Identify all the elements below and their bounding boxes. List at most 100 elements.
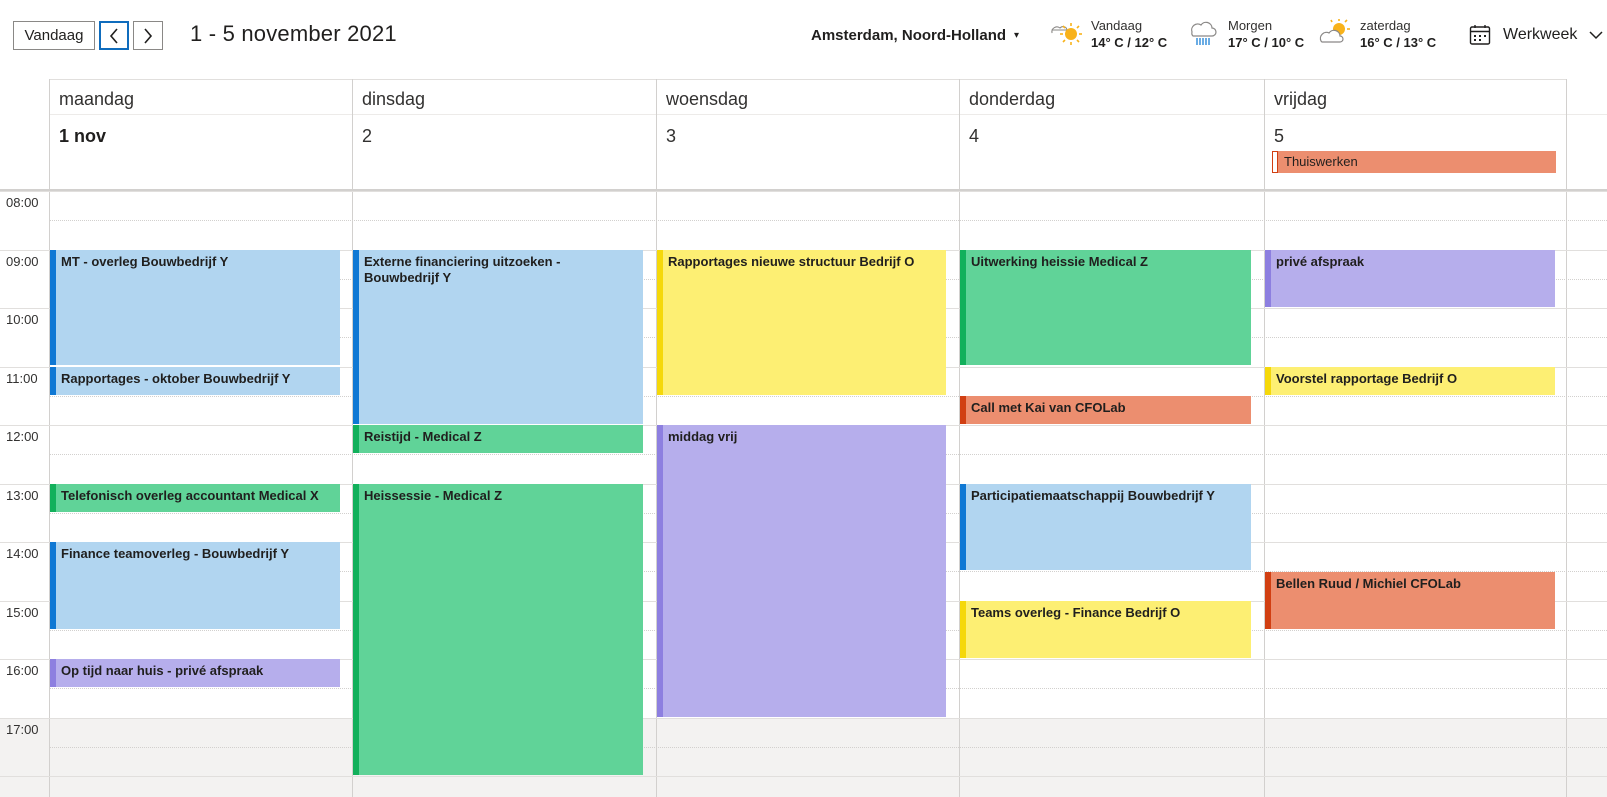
event-title: Teams overleg - Finance Bedrijf O [971,605,1181,620]
time-label: 11:00 [6,371,38,386]
partly-cloudy-icon [1319,19,1350,43]
event-title: middag vrij [668,429,738,444]
hour-line [0,718,1607,719]
calendar-event[interactable]: Reistijd - Medical Z [353,425,643,453]
column-divider [49,79,50,797]
chevron-left-icon [109,27,118,44]
chevron-right-icon [144,27,153,44]
calendar-event[interactable]: Rapportages nieuwe structuur Bedrijf O [657,250,946,395]
view-label: Werkweek [1503,26,1578,43]
calendar-event[interactable]: Participatiemaatschappij Bouwbedrijf Y [960,484,1251,570]
calendar-event[interactable]: Op tijd naar huis - privé afspraak [50,659,340,687]
chevron-down-icon: ▾ [1014,30,1020,41]
calendar-event[interactable]: MT - overleg Bouwbedrijf Y [50,250,340,365]
weather-tomorrow-text: Morgen 17° C / 10° C [1228,17,1304,51]
time-label: 09:00 [6,254,39,269]
half-hour-line [50,396,1607,397]
half-hour-line [50,747,1607,748]
date-range-title[interactable]: 1 - 5 november 2021 [190,21,397,47]
calendar-event[interactable]: Finance teamoverleg - Bouwbedrijf Y [50,542,340,629]
next-week-button[interactable] [133,21,163,50]
time-label: 12:00 [6,429,39,444]
today-button[interactable]: Vandaag [13,21,95,50]
day-header-thursday[interactable]: donderdag 4 [959,79,1264,191]
day-name: woensdag [666,89,749,109]
weather-saturday-text: zaterdag 16° C / 13° C [1360,17,1436,51]
event-title: Reistijd - Medical Z [364,429,482,444]
weather-day-label: Morgen [1228,18,1273,33]
time-label: 14:00 [6,546,39,561]
event-title: Heissessie - Medical Z [364,488,503,503]
calendar-event[interactable]: Heissessie - Medical Z [353,484,643,775]
week-calendar-grid: maandag 1 nov dinsdag 2 woensdag 3 donde… [0,79,1607,797]
event-title: Rapportages nieuwe structuur Bedrijf O [668,254,915,269]
event-title: Op tijd naar huis - privé afspraak [61,663,264,678]
hour-line [0,191,1607,192]
event-title: Call met Kai van CFOLab [971,400,1126,415]
after-hours-shading [0,718,1607,797]
time-label: 08:00 [6,195,39,210]
event-title: Bellen Ruud / Michiel CFOLab [1276,576,1461,591]
calendar-event[interactable]: middag vrij [657,425,946,717]
previous-week-button[interactable] [99,21,129,50]
day-name: vrijdag [1274,89,1328,109]
weather-temperature: 17° C / 10° C [1228,35,1305,50]
calendar-event[interactable]: Teams overleg - Finance Bedrijf O [960,601,1251,658]
view-selector[interactable]: Werkweek [1469,24,1603,46]
weather-today[interactable]: Vandaag 14° C / 12° C [1049,17,1167,51]
day-name: donderdag [969,89,1056,109]
location-selector[interactable]: Amsterdam, Noord-Holland ▾ [811,27,1019,44]
day-number: 2 [362,126,373,146]
calendar-event[interactable]: Telefonisch overleg accountant Medical X [50,484,340,512]
column-divider [959,79,960,797]
event-title: Telefonisch overleg accountant Medical X [61,488,319,503]
time-label: 13:00 [6,488,39,503]
event-title: Uitwerking heissie Medical Z [971,254,1148,269]
column-divider [1566,79,1567,797]
time-label: 17:00 [6,722,39,737]
event-title: Participatiemaatschappij Bouwbedrijf Y [971,488,1215,503]
day-number: 5 [1274,126,1285,146]
weather-temperature: 14° C / 12° C [1091,35,1168,50]
chevron-down-icon [1589,31,1603,40]
event-title: MT - overleg Bouwbedrijf Y [61,254,229,269]
time-label: 15:00 [6,605,39,620]
allday-event[interactable]: Thuiswerken [1272,151,1556,173]
day-number: 1 nov [59,126,107,146]
day-header-monday[interactable]: maandag 1 nov [49,79,353,191]
day-header-wednesday[interactable]: woensdag 3 [656,79,960,191]
time-label: 10:00 [6,312,39,327]
event-title: Finance teamoverleg - Bouwbedrijf Y [61,546,290,561]
weather-today-text: Vandaag 14° C / 12° C [1091,17,1167,51]
calendar-event[interactable]: Call met Kai van CFOLab [960,396,1251,424]
day-name: maandag [59,89,135,109]
calendar-event[interactable]: Externe financiering uitzoeken - Bouwbed… [353,250,643,424]
calendar-event[interactable]: Rapportages - oktober Bouwbedrijf Y [50,367,340,395]
calendar-event[interactable]: privé afspraak [1265,250,1555,307]
day-header-friday[interactable]: vrijdag 5 [1264,79,1567,191]
weather-day-label: Vandaag [1091,18,1143,33]
event-title: Voorstel rapportage Bedrijf O [1276,371,1458,386]
calendar-toolbar: Vandaag 1 - 5 november 2021 Amsterdam, N… [0,0,1607,72]
day-header-tuesday[interactable]: dinsdag 2 [352,79,656,191]
column-divider [1264,79,1265,797]
weather-temperature: 16° C / 13° C [1360,35,1437,50]
hour-line [0,776,1607,777]
location-name: Amsterdam, Noord-Holland [811,27,1007,44]
calendar-event[interactable]: Voorstel rapportage Bedrijf O [1265,367,1555,395]
partly-sunny-icon [1051,23,1082,45]
weather-tomorrow[interactable]: Morgen 17° C / 10° C [1186,17,1304,51]
header-divider [50,114,1607,115]
half-hour-line [50,220,1607,221]
event-title: Rapportages - oktober Bouwbedrijf Y [61,371,291,386]
calendar-event[interactable]: Uitwerking heissie Medical Z [960,250,1251,365]
weather-saturday[interactable]: zaterdag 16° C / 13° C [1318,17,1436,51]
calendar-icon [1469,25,1491,45]
day-number: 4 [969,126,980,146]
calendar-event[interactable]: Bellen Ruud / Michiel CFOLab [1265,572,1555,629]
day-name: dinsdag [362,89,426,109]
time-label: 16:00 [6,663,39,678]
weather-day-label: zaterdag [1360,18,1411,33]
event-title: privé afspraak [1276,254,1365,269]
event-title: Externe financiering uitzoeken - Bouwbed… [364,254,561,285]
